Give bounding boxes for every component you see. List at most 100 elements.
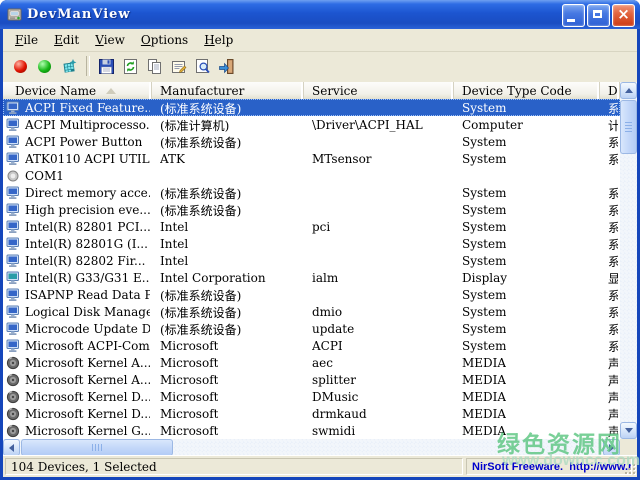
table-row[interactable]: Microsoft Kernel D...MicrosoftdrmkaudMED… <box>3 405 620 422</box>
cell: System <box>454 218 600 235</box>
table-row[interactable]: Microsoft Kernel A...MicrosoftsplitterME… <box>3 371 620 388</box>
cell-text: 系 <box>608 287 618 304</box>
column-header-device-name[interactable]: Device Name <box>3 82 152 99</box>
cell: (标准系统设备) <box>152 286 304 303</box>
enable-device-button[interactable] <box>33 55 56 78</box>
scroll-left-button[interactable] <box>3 439 20 456</box>
scroll-down-button[interactable] <box>620 422 637 439</box>
cell: Intel <box>152 252 304 269</box>
table-row[interactable]: ACPI Fixed Feature...(标准系统设备)System系 <box>3 99 620 116</box>
column-header-device-type-code[interactable]: Device Type Code <box>454 82 600 99</box>
cell: Microsoft Kernel A... <box>3 354 152 371</box>
cell: MEDIA <box>454 405 600 422</box>
refresh-button[interactable] <box>119 55 142 78</box>
cell-text: Intel Corporation <box>160 271 266 285</box>
cell-text: 系 <box>608 151 618 168</box>
table-row[interactable]: COM1 <box>3 167 620 184</box>
cell: System <box>454 337 600 354</box>
cell: drmkaud <box>304 405 454 422</box>
properties-button[interactable] <box>167 55 190 78</box>
table-row[interactable]: Microsoft ACPI-Com...MicrosoftACPISystem… <box>3 337 620 354</box>
cell-text: ISAPNP Read Data Port <box>25 288 150 302</box>
minimize-button[interactable] <box>562 4 585 27</box>
red-ball-icon <box>14 60 27 73</box>
column-header-d[interactable]: D <box>600 82 620 99</box>
device-properties-button[interactable] <box>57 55 80 78</box>
minimize-icon <box>567 19 575 22</box>
toolbar-separator <box>86 56 90 76</box>
computer-icon <box>6 237 21 251</box>
table-row[interactable]: Microsoft Kernel G...MicrosoftswmidiMEDI… <box>3 422 620 439</box>
cell-text: Intel <box>160 254 188 268</box>
vertical-scroll-thumb[interactable] <box>620 100 637 154</box>
cell-text: (标准系统设备) <box>160 287 241 304</box>
cell-text: 系 <box>608 202 618 219</box>
cell-text: 系 <box>608 253 618 270</box>
vertical-scrollbar[interactable] <box>620 82 637 439</box>
cell-text: System <box>462 305 506 319</box>
cell <box>304 99 454 116</box>
cell <box>304 252 454 269</box>
table-row[interactable]: Direct memory acce...(标准系统设备)System系 <box>3 184 620 201</box>
horizontal-scroll-thumb[interactable] <box>21 439 173 456</box>
table-row[interactable]: Microsoft Kernel D...MicrosoftDMusicMEDI… <box>3 388 620 405</box>
cell-text: Microsoft <box>160 407 218 421</box>
table-row[interactable]: Logical Disk Manager(标准系统设备)dmioSystem系 <box>3 303 620 320</box>
maximize-button[interactable] <box>587 4 610 27</box>
title-bar[interactable]: DevManView × <box>0 0 640 29</box>
table-row[interactable]: High precision eve...(标准系统设备)System系 <box>3 201 620 218</box>
cell-text: MEDIA <box>462 373 506 387</box>
exit-button[interactable] <box>215 55 238 78</box>
list-rows: ACPI Fixed Feature...(标准系统设备)System系ACPI… <box>3 99 620 439</box>
menu-options[interactable]: Options <box>133 31 196 49</box>
cell-text: System <box>462 288 506 302</box>
close-button[interactable]: × <box>612 4 635 27</box>
arrow-left-icon <box>9 444 14 452</box>
cell-text: ACPI Fixed Feature... <box>25 101 150 115</box>
table-row[interactable]: Intel(R) 82801 PCI...IntelpciSystem系 <box>3 218 620 235</box>
cell: Microsoft <box>152 422 304 439</box>
table-row[interactable]: ATK0110 ACPI UTILITYATKMTsensorSystem系 <box>3 150 620 167</box>
table-row[interactable]: ACPI Power Button(标准系统设备)System系 <box>3 133 620 150</box>
cell: Microsoft <box>152 354 304 371</box>
status-nirsoft-link[interactable]: NirSoft Freeware. http://www.nirsoft.net <box>466 458 632 475</box>
cell-text: System <box>462 203 506 217</box>
table-row[interactable]: Intel(R) 82801G (I...IntelSystem系 <box>3 235 620 252</box>
copy-button[interactable] <box>143 55 166 78</box>
cell: 声 <box>600 354 620 371</box>
cell-text: 系 <box>608 338 618 355</box>
menu-help[interactable]: Help <box>196 31 241 49</box>
exit-door-icon <box>218 58 235 75</box>
window-body: FileEditViewOptionsHelp <box>3 29 637 477</box>
cell-text: (标准系统设备) <box>160 202 241 219</box>
cell-text: 计 <box>608 117 618 134</box>
display-icon <box>6 271 21 285</box>
column-header-manufacturer[interactable]: Manufacturer <box>152 82 304 99</box>
menu-view[interactable]: View <box>87 31 133 49</box>
table-row[interactable]: Intel(R) 82802 Fir...IntelSystem系 <box>3 252 620 269</box>
scroll-up-button[interactable] <box>620 82 637 99</box>
column-header-label: Device Type Code <box>462 84 572 98</box>
resize-grip[interactable] <box>623 462 636 475</box>
horizontal-scrollbar[interactable] <box>3 439 620 456</box>
cell: MEDIA <box>454 388 600 405</box>
table-row[interactable]: Microcode Update D...(标准系统设备)updateSyste… <box>3 320 620 337</box>
table-row[interactable]: Microsoft Kernel A...MicrosoftaecMEDIA声 <box>3 354 620 371</box>
cell-text: aec <box>312 356 333 370</box>
cell <box>304 184 454 201</box>
menu-edit[interactable]: Edit <box>46 31 87 49</box>
menu-file[interactable]: File <box>7 31 46 49</box>
column-header-service[interactable]: Service <box>304 82 454 99</box>
cell-text: Computer <box>462 118 523 132</box>
cell-text: swmidi <box>312 424 355 438</box>
scroll-right-button[interactable] <box>603 439 620 456</box>
table-row[interactable]: ACPI Multiprocesso...(标准计算机)\Driver\ACPI… <box>3 116 620 133</box>
table-row[interactable]: ISAPNP Read Data Port (标准系统设备) System 系 <box>3 286 620 303</box>
cell-text: 系 <box>608 236 618 253</box>
disable-device-button[interactable] <box>9 55 32 78</box>
computer-icon <box>6 322 21 336</box>
find-button[interactable] <box>191 55 214 78</box>
save-button[interactable] <box>95 55 118 78</box>
table-row[interactable]: Intel(R) G33/G31 E...Intel Corporationia… <box>3 269 620 286</box>
cell-text: drmkaud <box>312 407 367 421</box>
